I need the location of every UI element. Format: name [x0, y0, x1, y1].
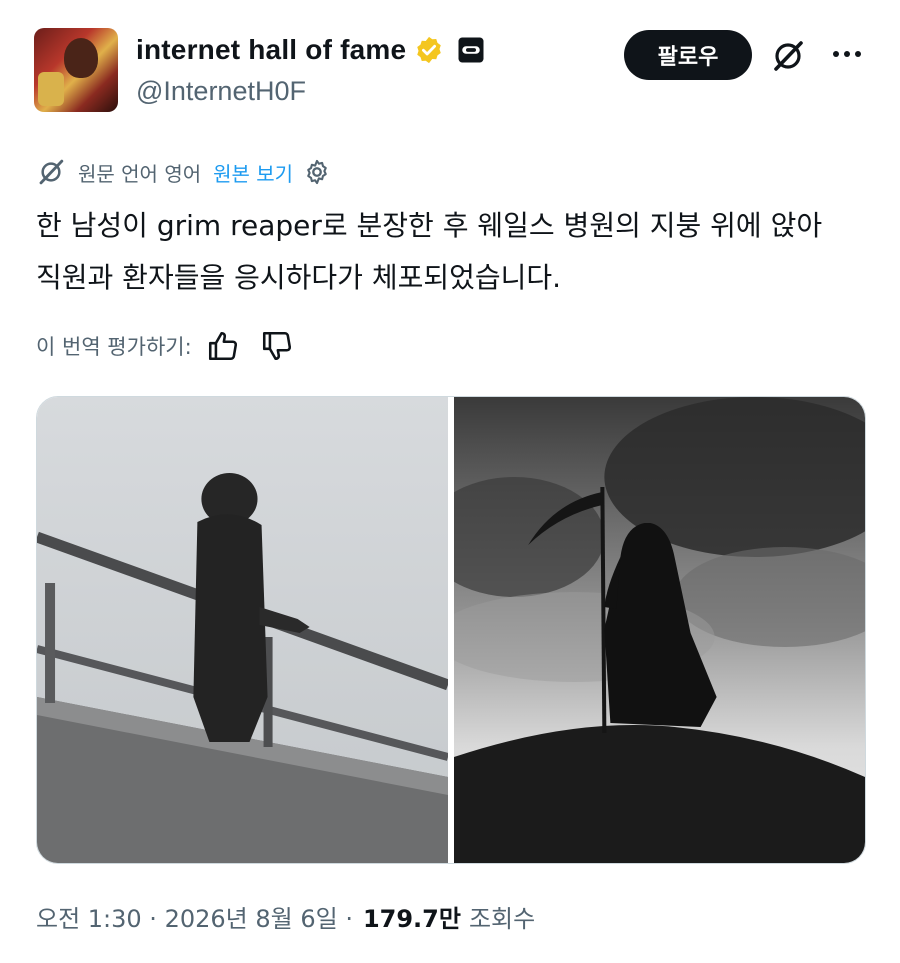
photo-grim-reaper[interactable]: [454, 397, 865, 863]
tweet-media[interactable]: [36, 396, 866, 864]
gear-icon[interactable]: [303, 158, 331, 186]
grim-reaper-image: [454, 397, 865, 863]
translation-row: 원문 언어 영어 원본 보기: [36, 154, 331, 190]
avatar-trophy: [38, 72, 64, 106]
photo-rooftop-figure[interactable]: [37, 397, 448, 863]
verified-badge-icon[interactable]: [414, 35, 444, 65]
translation-info: 원문 언어 영어: [78, 161, 202, 186]
tweet-text: 한 남성이 grim reaper로 분장한 후 웨일스 병원의 지붕 위에 앉…: [36, 209, 823, 294]
display-name[interactable]: internet hall of fame: [136, 34, 406, 66]
grok-icon[interactable]: [770, 38, 806, 74]
views-label: 조회수: [468, 904, 536, 933]
rate-translation-row: 이 번역 평가하기:: [36, 326, 294, 366]
author-name-row: internet hall of fame: [136, 30, 486, 70]
more-icon[interactable]: [830, 44, 864, 64]
tweet-meta: 오전 1:30 · 2026년 8월 6일 · 179.7만 조회수: [36, 896, 535, 936]
rate-translation-label: 이 번역 평가하기:: [36, 335, 192, 359]
rooftop-photo-image: [37, 397, 448, 863]
thumbs-down-icon[interactable]: [260, 329, 294, 363]
avatar[interactable]: [34, 28, 118, 112]
thumbs-up-icon[interactable]: [206, 329, 240, 363]
follow-button[interactable]: 팔로우: [624, 30, 752, 80]
view-original-link[interactable]: 원본 보기: [213, 158, 293, 187]
avatar-head: [64, 38, 98, 78]
author-handle[interactable]: @InternetH0F: [136, 76, 306, 107]
affiliate-badge-icon[interactable]: [456, 35, 486, 65]
views-count: 179.7만: [362, 904, 461, 933]
timestamp[interactable]: 오전 1:30 · 2026년 8월 6일 ·: [36, 899, 353, 934]
grok-translate-icon: [39, 159, 64, 185]
